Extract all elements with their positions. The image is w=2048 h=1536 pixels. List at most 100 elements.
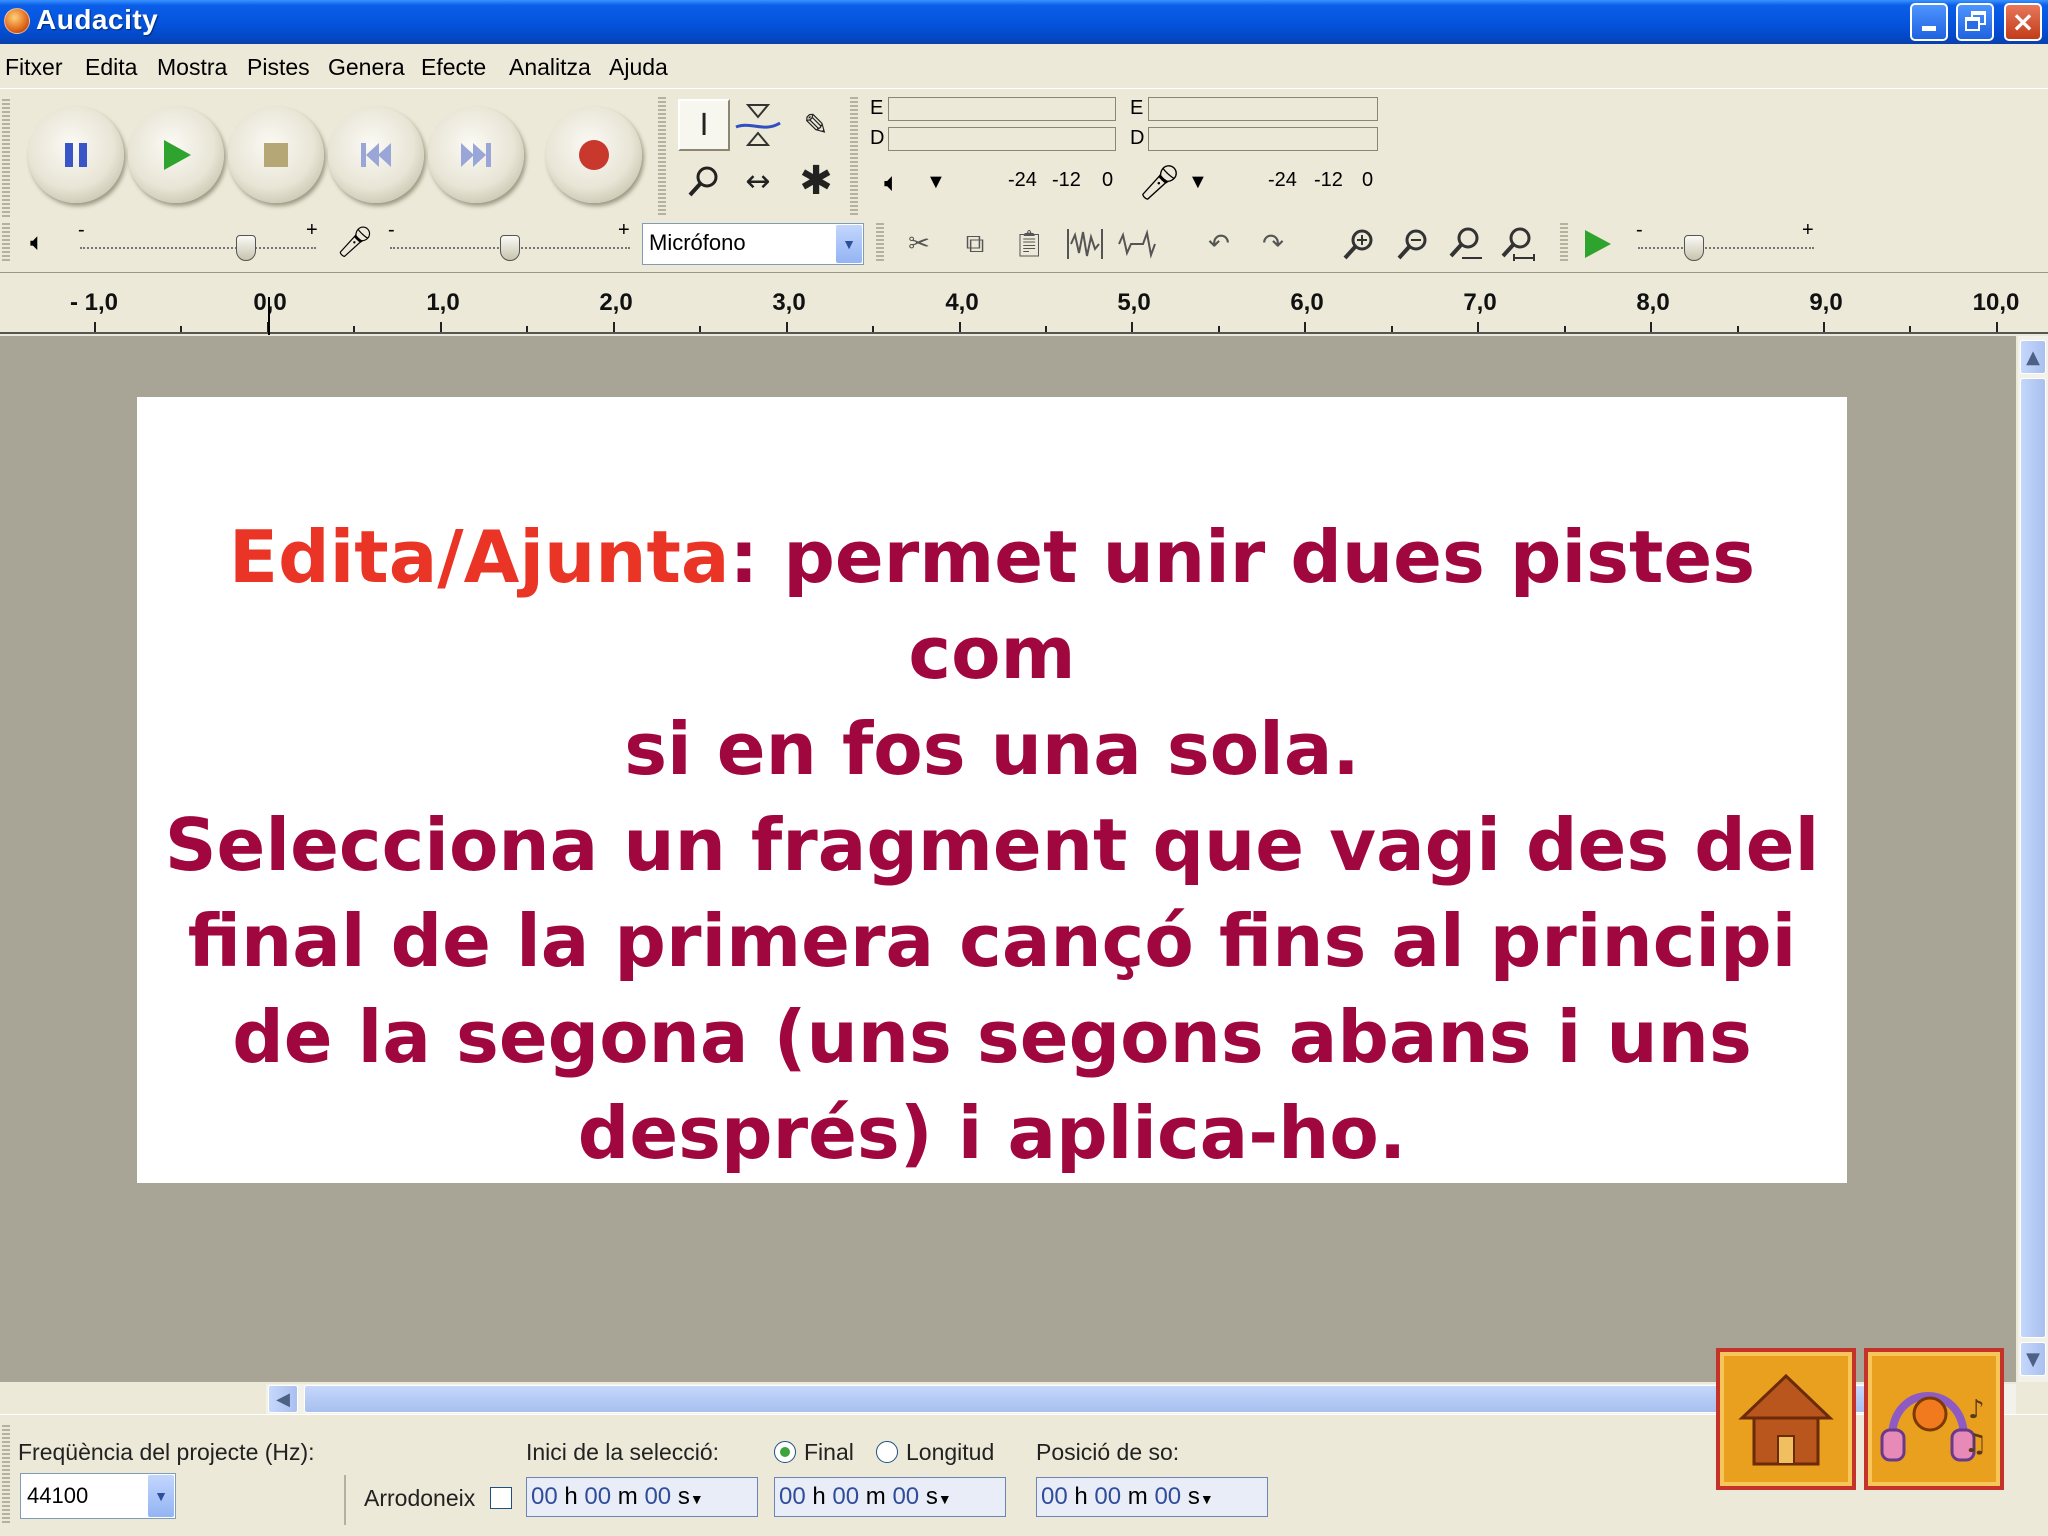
vertical-scrollbar[interactable]: ▲ ▼ bbox=[2018, 336, 2048, 1382]
magnifier-icon bbox=[688, 166, 718, 197]
fit-selection-icon bbox=[1449, 227, 1482, 259]
scroll-up-arrow-icon[interactable]: ▲ bbox=[2020, 340, 2046, 374]
ruler-tick bbox=[612, 322, 615, 332]
ruler-label: 7,0 bbox=[1463, 289, 1497, 316]
toolbar-grip[interactable] bbox=[2, 99, 10, 219]
zoom-out-button[interactable] bbox=[1390, 221, 1436, 267]
edit-grip[interactable] bbox=[876, 223, 884, 263]
pencil-icon: ✎ bbox=[803, 107, 829, 143]
menu-pistes[interactable]: Pistes bbox=[247, 54, 310, 81]
draw-tool[interactable]: ✎ bbox=[790, 99, 842, 151]
project-rate-value: 44100 bbox=[27, 1483, 89, 1508]
media-button[interactable]: ♪ ♫ bbox=[1864, 1348, 2004, 1490]
timeline-ruler[interactable]: - 1,0 0,0 1,0 2,0 3,0 4,0 5,0 6,0 7,0 8,… bbox=[0, 272, 2048, 335]
ruler-tick bbox=[526, 326, 529, 332]
speaker-icon[interactable]: 🔈︎ bbox=[884, 167, 900, 199]
snap-checkbox[interactable] bbox=[490, 1487, 512, 1509]
ruler-label: 4,0 bbox=[945, 289, 979, 316]
output-volume-speaker-icon: 🔈︎ bbox=[30, 229, 45, 256]
play-button[interactable] bbox=[128, 107, 224, 203]
envelope-tool[interactable] bbox=[732, 99, 784, 151]
stop-button[interactable] bbox=[228, 107, 324, 203]
maximize-button[interactable] bbox=[1956, 3, 1994, 41]
menu-fitxer[interactable]: Fitxer bbox=[5, 54, 63, 81]
playback-scale-minus12: -12 bbox=[1052, 169, 1081, 191]
play-at-speed-button[interactable] bbox=[1574, 221, 1620, 267]
vertical-scroll-thumb[interactable] bbox=[2020, 378, 2046, 1338]
microphone-icon[interactable]: 🎤︎ bbox=[1138, 163, 1181, 203]
play-speed-slider[interactable] bbox=[1684, 235, 1704, 261]
scroll-down-arrow-icon[interactable]: ▼ bbox=[2020, 1342, 2046, 1376]
record-button[interactable] bbox=[546, 107, 642, 203]
silence-button[interactable] bbox=[1114, 221, 1160, 267]
selection-end-time[interactable]: 00 h 00 m 00 s▼ bbox=[774, 1477, 1006, 1517]
playback-meter-top-label: E bbox=[870, 97, 884, 119]
zoom-in-button[interactable] bbox=[1336, 221, 1382, 267]
tools-grip[interactable] bbox=[658, 97, 666, 217]
ruler-label: 5,0 bbox=[1117, 289, 1151, 316]
ruler-label: 1,0 bbox=[426, 289, 460, 316]
skip-to-start-icon bbox=[361, 143, 391, 167]
end-radio[interactable] bbox=[774, 1441, 796, 1463]
chevron-down-icon[interactable]: ▼ bbox=[690, 1491, 704, 1507]
stop-icon bbox=[264, 143, 288, 167]
selection-tool[interactable]: I bbox=[678, 99, 730, 151]
mixer-grip[interactable] bbox=[2, 223, 10, 263]
zoom-out-icon bbox=[1397, 229, 1427, 260]
trim-button[interactable] bbox=[1062, 221, 1108, 267]
redo-button[interactable]: ↷ bbox=[1250, 221, 1296, 267]
chevron-down-icon[interactable]: ▼ bbox=[938, 1491, 952, 1507]
separator bbox=[344, 1475, 346, 1525]
project-rate-label: Freqüència del projecte (Hz): bbox=[18, 1439, 315, 1465]
title-bar: Audacity × bbox=[0, 0, 2048, 44]
end-radio-label: Final bbox=[804, 1439, 854, 1465]
play-at-speed-grip[interactable] bbox=[1560, 223, 1568, 263]
record-icon bbox=[579, 140, 609, 170]
zoom-tool[interactable] bbox=[678, 155, 730, 207]
cut-button[interactable]: ✂ bbox=[896, 221, 942, 267]
output-volume-slider[interactable] bbox=[236, 235, 256, 261]
instruction-line-6: després) i aplica-ho. bbox=[577, 1091, 1407, 1175]
home-button[interactable] bbox=[1716, 1348, 1856, 1490]
play-speed-track bbox=[1638, 247, 1814, 249]
selection-bar-grip[interactable] bbox=[2, 1425, 10, 1525]
pause-button[interactable] bbox=[28, 107, 124, 203]
skip-to-end-button[interactable] bbox=[428, 107, 524, 203]
menu-analitza[interactable]: Analitza bbox=[509, 54, 591, 81]
length-radio[interactable] bbox=[876, 1441, 898, 1463]
fit-project-button[interactable] bbox=[1494, 221, 1540, 267]
close-button[interactable]: × bbox=[2004, 3, 2042, 41]
record-meter-top-label: E bbox=[1130, 97, 1144, 119]
input-source-value: Micrófono bbox=[649, 230, 746, 255]
playback-meter-bottom-label: D bbox=[870, 127, 885, 149]
paste-button[interactable]: 📋︎ bbox=[1006, 221, 1052, 267]
chevron-down-icon[interactable]: ▼ bbox=[836, 225, 862, 263]
selection-start-time[interactable]: 00 h 00 m 00 s▼ bbox=[526, 1477, 758, 1517]
skip-to-start-button[interactable] bbox=[328, 107, 424, 203]
input-volume-slider[interactable] bbox=[500, 235, 520, 261]
audio-position-time[interactable]: 00 h 00 m 00 s▼ bbox=[1036, 1477, 1268, 1517]
scroll-left-arrow-icon[interactable]: ◀ bbox=[268, 1385, 298, 1413]
playhead-cursor[interactable] bbox=[268, 297, 270, 335]
silence-audio-icon bbox=[1118, 229, 1156, 259]
meter-grip[interactable] bbox=[850, 97, 858, 217]
menu-efecte[interactable]: Efecte bbox=[421, 54, 486, 81]
menu-genera[interactable]: Genera bbox=[328, 54, 405, 81]
chevron-down-icon[interactable]: ▼ bbox=[148, 1475, 174, 1517]
menu-mostra[interactable]: Mostra bbox=[157, 54, 227, 81]
ruler-tick bbox=[1995, 322, 1998, 332]
playback-meter-menu-arrow-icon[interactable]: ▼ bbox=[926, 171, 946, 194]
time-shift-tool[interactable]: ↔ bbox=[732, 155, 784, 207]
menu-edita[interactable]: Edita bbox=[85, 54, 137, 81]
copy-button[interactable]: ⧉ bbox=[952, 221, 998, 267]
minimize-button[interactable] bbox=[1910, 3, 1948, 41]
undo-button[interactable]: ↶ bbox=[1196, 221, 1242, 267]
chevron-down-icon[interactable]: ▼ bbox=[1200, 1491, 1214, 1507]
multi-tool[interactable]: ✱ bbox=[790, 155, 842, 207]
menu-ajuda[interactable]: Ajuda bbox=[609, 54, 668, 81]
fit-selection-button[interactable] bbox=[1442, 221, 1488, 267]
ruler-tick bbox=[1477, 322, 1480, 332]
record-meter-menu-arrow-icon[interactable]: ▼ bbox=[1188, 171, 1208, 194]
project-rate-select[interactable]: 44100 ▼ bbox=[20, 1473, 176, 1519]
input-source-select[interactable]: Micrófono ▼ bbox=[642, 223, 864, 265]
